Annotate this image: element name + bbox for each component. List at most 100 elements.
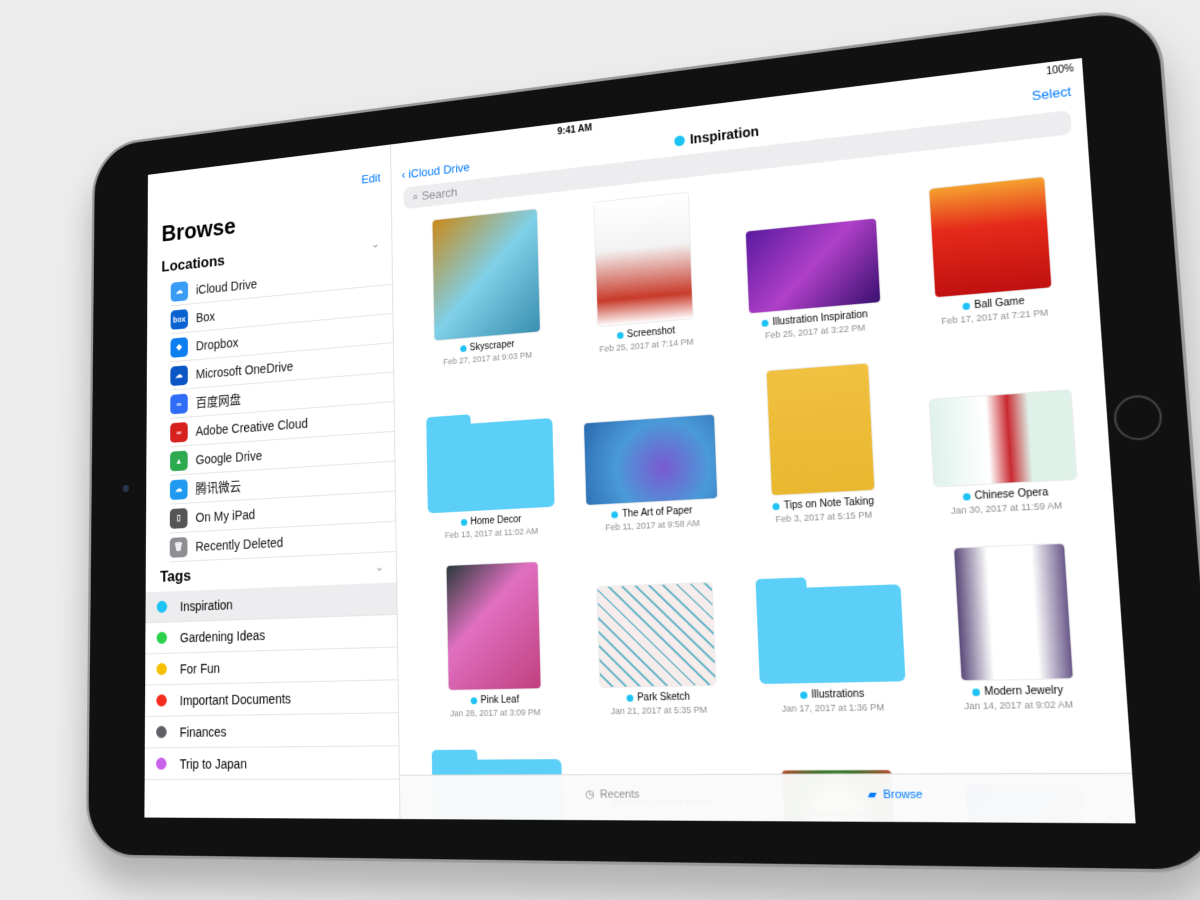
file-thumbnail (745, 218, 880, 314)
weiyun-icon: ☁ (169, 478, 188, 500)
tag-item[interactable]: Trip to Japan (144, 746, 400, 781)
file-date: Feb 27, 2017 at 9:03 PM (443, 349, 533, 367)
location-label: iCloud Drive (195, 276, 258, 297)
tag-label: For Fun (179, 660, 220, 677)
location-label: Box (195, 308, 216, 325)
file-date: Feb 3, 2017 at 5:15 PM (775, 509, 873, 525)
file-item[interactable]: Park Sketch Jan 21, 2017 at 5:35 PM (571, 550, 744, 716)
select-button[interactable]: Select (1031, 84, 1071, 104)
file-thumbnail (446, 562, 541, 690)
tag-dot-icon (799, 691, 808, 699)
baidu-icon: ∞ (170, 393, 188, 414)
tag-dot-icon (459, 345, 467, 353)
file-date: Jan 28, 2017 at 3:09 PM (450, 707, 541, 719)
file-name: Illustrations (799, 688, 865, 701)
tag-color-icon (156, 631, 168, 644)
file-item[interactable]: The Art of Paper Feb 11, 2017 at 9:58 AM (566, 367, 736, 534)
ipad-icon: ▯ (169, 507, 188, 529)
file-date: Feb 17, 2017 at 7:21 PM (941, 307, 1049, 327)
camera-icon (122, 484, 129, 493)
stage: iPad 9:41 AM 100% Edit Browse Locations … (0, 0, 1200, 900)
file-item[interactable]: Tips on Note Taking Feb 3, 2017 at 5:15 P… (730, 354, 913, 527)
file-item[interactable]: Illustration Inspiration Feb 25, 2017 at … (723, 170, 903, 344)
file-item[interactable]: Home Decor Feb 13, 2017 at 11:02 AM (412, 380, 571, 542)
file-name: Park Sketch (626, 692, 690, 704)
home-button[interactable] (1112, 393, 1164, 442)
tag-label: Trip to Japan (179, 755, 247, 772)
file-item[interactable]: Modern Jewelry Jan 14, 2017 at 9:02 AM (915, 535, 1116, 712)
file-item[interactable]: Chinese Opera Jan 30, 2017 at 11:59 AM (905, 339, 1103, 517)
folder-icon: ▰ (867, 788, 878, 802)
locations-list: ☁ iCloud Drive box Box ◆ Dropbox ☁ Microsoft On… (169, 255, 396, 563)
tab-browse[interactable]: ▰ Browse (867, 787, 923, 801)
google-drive-icon: ▲ (170, 450, 188, 471)
tag-item[interactable]: Important Documents (144, 680, 399, 717)
tab-label: Browse (882, 787, 923, 801)
location-label: Recently Deleted (195, 534, 284, 554)
file-date: Jan 21, 2017 at 5:35 PM (610, 704, 708, 717)
tag-item[interactable]: Finances (144, 713, 399, 749)
file-item[interactable]: Skyscraper Feb 27, 2017 at 9:03 PM (409, 206, 565, 369)
folder-icon (755, 584, 906, 685)
location-label: Dropbox (195, 334, 239, 353)
tag-color-icon (156, 600, 168, 613)
file-date: Feb 11, 2017 at 9:58 AM (605, 517, 700, 533)
tag-dot-icon (470, 697, 477, 705)
file-date: Jan 17, 2017 at 1:36 PM (781, 701, 885, 714)
file-name-text: Home Decor (470, 514, 522, 528)
tab-recents[interactable]: ◷ Recents (584, 787, 640, 801)
file-name: Modern Jewelry (972, 685, 1063, 698)
locations-header[interactable]: Locations (161, 252, 224, 276)
tag-dot-icon (962, 493, 971, 501)
tag-label: Gardening Ideas (179, 627, 266, 645)
tag-dot-icon (616, 331, 624, 340)
file-thumbnail (584, 414, 718, 505)
tag-dot-icon (460, 518, 467, 526)
clock-icon: ◷ (584, 788, 595, 801)
folder-icon (426, 417, 555, 514)
sidebar-title: Browse (161, 212, 236, 247)
file-date: Jan 14, 2017 at 9:02 AM (964, 698, 1074, 712)
icloud-icon: ☁ (170, 280, 189, 302)
edit-button[interactable]: Edit (361, 171, 380, 187)
chevron-down-icon[interactable]: ⌄ (371, 237, 380, 251)
file-name: Home Decor (460, 514, 522, 528)
file-date: Feb 13, 2017 at 11:02 AM (444, 525, 539, 541)
location-label: On My iPad (195, 506, 256, 525)
file-item[interactable]: Screenshot Feb 25, 2017 at 7:14 PM (561, 189, 729, 357)
file-thumbnail (432, 209, 541, 341)
file-thumbnail (929, 177, 1052, 298)
tags-header[interactable]: Tags (160, 567, 191, 587)
tag-dot-icon (972, 688, 981, 697)
location-label: 百度网盘 (195, 391, 241, 410)
file-thumbnail (953, 543, 1073, 681)
file-name-text: The Art of Paper (621, 505, 693, 520)
file-item[interactable]: Illustrations Jan 17, 2017 at 1:36 PM (738, 543, 924, 715)
tab-label: Recents (599, 787, 640, 801)
tag-item[interactable]: For Fun (145, 647, 398, 686)
tags-list: Inspiration Gardening Ideas For Fun Importa… (144, 582, 400, 781)
back-label: iCloud Drive (408, 159, 470, 181)
tag-color-icon (156, 694, 167, 707)
tag-dot-icon (611, 511, 619, 519)
location-label: Adobe Creative Cloud (195, 415, 308, 438)
file-thumbnail (929, 390, 1077, 487)
tag-dot-icon (962, 302, 971, 311)
location-label: Google Drive (195, 447, 263, 467)
file-name-text: Illustrations (811, 688, 865, 701)
file-name: Pink Leaf (470, 695, 519, 707)
sidebar: Edit Browse Locations ⌄ ☁ iCloud Drive box… (144, 144, 401, 820)
page-title: Inspiration (673, 123, 759, 148)
search-placeholder: Search (421, 185, 458, 203)
file-item[interactable]: Ball Game Feb 17, 2017 at 7:21 PM (895, 150, 1089, 329)
back-button[interactable]: ‹ iCloud Drive (402, 160, 470, 182)
adobe-cc-icon: ∞ (170, 421, 188, 443)
tag-dot-icon (772, 502, 780, 511)
file-name-text: Pink Leaf (480, 694, 520, 707)
file-item[interactable]: Pink Leaf Jan 28, 2017 at 3:09 PM (414, 558, 575, 719)
tag-label: Important Documents (179, 690, 292, 708)
tag-dot-icon (673, 134, 685, 147)
tag-color-icon (155, 757, 167, 770)
tag-dot-icon (626, 694, 634, 702)
chevron-down-icon[interactable]: ⌄ (375, 560, 384, 574)
